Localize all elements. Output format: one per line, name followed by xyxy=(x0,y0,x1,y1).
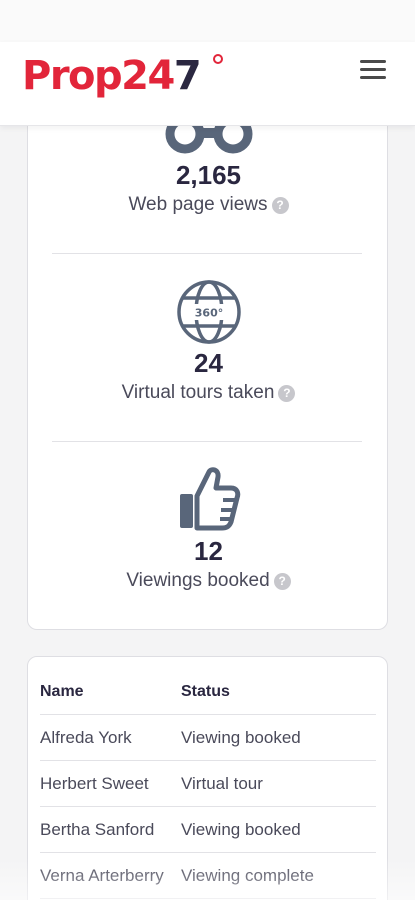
hamburger-menu-icon[interactable] xyxy=(360,60,388,84)
column-header-name[interactable]: Name xyxy=(40,669,84,715)
table-row[interactable]: Alfreda York Viewing booked xyxy=(40,715,376,761)
virtual-tours-label: Virtual tours taken xyxy=(121,382,275,403)
web-page-views-value: 2,165 xyxy=(175,160,242,190)
divider xyxy=(52,441,362,442)
thumbs-up-icon xyxy=(179,467,240,531)
question-circle-icon[interactable]: ? xyxy=(278,385,296,402)
table-row[interactable]: Verna Arterberry Viewing complete xyxy=(40,853,376,899)
table-row[interactable]: Herbert Sweet Virtual tour xyxy=(40,761,376,807)
row-status: Viewing booked xyxy=(181,728,301,747)
web-page-views-label: Web page views xyxy=(128,194,268,215)
row-status: Viewing complete xyxy=(181,866,314,885)
globe-360-icon: 360° xyxy=(176,280,241,344)
column-header-status[interactable]: Status xyxy=(181,669,230,715)
site-header: Prop247 xyxy=(0,42,415,126)
viewings-booked-value: 12 xyxy=(194,536,223,566)
prop247-logo[interactable]: Prop247 xyxy=(22,52,202,100)
question-circle-icon[interactable]: ? xyxy=(271,197,289,214)
top-strip xyxy=(0,0,415,42)
virtual-tours-value: 24 xyxy=(194,348,223,378)
stat-virtual-tours: 360° 24 Virtual tours taken? xyxy=(28,278,389,404)
table-row[interactable]: Bertha Sanford Viewing booked xyxy=(40,807,376,853)
divider xyxy=(52,253,362,254)
row-name: Bertha Sanford xyxy=(40,820,155,839)
leads-table: Name Status Alfreda York Viewing booked … xyxy=(27,656,388,900)
logo-ring xyxy=(213,54,223,64)
question-circle-icon[interactable]: ? xyxy=(273,573,291,590)
table-header-row: Name Status xyxy=(40,669,376,715)
stats-card: 2,165 Web page views? 360° 24 Virtual to… xyxy=(27,90,388,630)
viewings-booked-label: Viewings booked xyxy=(126,570,270,591)
row-status: Virtual tour xyxy=(181,774,263,793)
stat-viewings-booked: 12 Viewings booked? xyxy=(28,466,389,592)
row-status: Viewing booked xyxy=(181,820,301,839)
row-name: Verna Arterberry xyxy=(40,866,164,885)
row-name: Herbert Sweet xyxy=(40,774,149,793)
svg-text:360°: 360° xyxy=(194,307,222,320)
row-name: Alfreda York xyxy=(40,728,132,747)
